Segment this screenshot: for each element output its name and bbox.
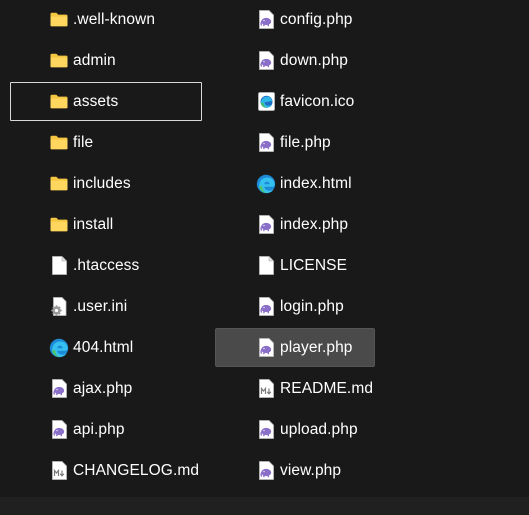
file-item-label: down.php	[280, 51, 349, 69]
file-item-upload-php[interactable]: upload.php	[215, 410, 375, 449]
file-item-view-php[interactable]: view.php	[215, 451, 375, 490]
markdown-file-icon	[256, 379, 276, 399]
file-item-label: login.php	[280, 297, 344, 315]
file-item-includes[interactable]: includes	[10, 164, 202, 203]
file-item-htaccess[interactable]: .htaccess	[10, 246, 202, 285]
php-file-icon	[256, 133, 276, 153]
php-file-icon	[256, 338, 276, 358]
blank-file-icon	[49, 256, 69, 276]
file-item-label: .htaccess	[73, 256, 140, 274]
markdown-file-icon	[49, 461, 69, 481]
file-item-changelog-md[interactable]: CHANGELOG.md	[10, 451, 202, 490]
file-item-label: includes	[73, 174, 131, 192]
file-item-assets[interactable]: assets	[10, 82, 202, 121]
file-item-label: favicon.ico	[280, 92, 355, 110]
php-file-icon	[49, 420, 69, 440]
file-item-readme-md[interactable]: README.md	[215, 369, 375, 408]
file-item-label: 404.html	[73, 338, 134, 356]
footer-strip	[0, 497, 529, 515]
php-file-icon	[256, 297, 276, 317]
php-file-icon	[256, 215, 276, 235]
file-item-404-html[interactable]: 404.html	[10, 328, 202, 367]
file-item-favicon-ico[interactable]: favicon.ico	[215, 82, 375, 121]
file-item-label: README.md	[280, 379, 374, 397]
file-column-left: .well-known admin assets file includes instal…	[10, 0, 202, 492]
edge-html-icon	[49, 338, 69, 358]
file-item-login-php[interactable]: login.php	[215, 287, 375, 326]
php-file-icon	[256, 10, 276, 30]
file-item-file-php[interactable]: file.php	[215, 123, 375, 162]
blank-file-icon	[256, 256, 276, 276]
file-item-label: CHANGELOG.md	[73, 461, 200, 479]
file-item-user-ini[interactable]: .user.ini	[10, 287, 202, 326]
file-item-file[interactable]: file	[10, 123, 202, 162]
file-item-label: ajax.php	[73, 379, 133, 397]
file-item-label: index.php	[280, 215, 349, 233]
file-item-label: LICENSE	[280, 256, 348, 274]
php-file-icon	[49, 379, 69, 399]
file-item-api-php[interactable]: api.php	[10, 410, 202, 449]
file-item-label: view.php	[280, 461, 342, 479]
file-item-admin[interactable]: admin	[10, 41, 202, 80]
folder-icon	[49, 10, 69, 30]
file-item-index-php[interactable]: index.php	[215, 205, 375, 244]
image-file-icon	[256, 92, 276, 112]
file-item-label: .well-known	[73, 10, 156, 28]
file-item-label: upload.php	[280, 420, 358, 438]
file-item-install[interactable]: install	[10, 205, 202, 244]
folder-icon	[49, 174, 69, 194]
folder-icon	[49, 215, 69, 235]
file-item-label: config.php	[280, 10, 353, 28]
file-item-label: api.php	[73, 420, 125, 438]
file-item-down-php[interactable]: down.php	[215, 41, 375, 80]
file-item-player-php[interactable]: player.php	[215, 328, 375, 367]
settings-file-icon	[49, 297, 69, 317]
file-item-label: index.html	[280, 174, 352, 192]
file-list-pane: .well-known admin assets file includes instal…	[0, 0, 529, 497]
folder-icon	[49, 133, 69, 153]
file-item-label: player.php	[280, 338, 353, 356]
file-item-label: install	[73, 215, 114, 233]
file-item-config-php[interactable]: config.php	[215, 0, 375, 39]
file-column-right: config.php down.php favicon.ico file.php ind…	[215, 0, 375, 492]
file-item-label: file	[73, 133, 94, 151]
php-file-icon	[256, 420, 276, 440]
folder-icon	[49, 51, 69, 71]
php-file-icon	[256, 51, 276, 71]
file-item-index-html[interactable]: index.html	[215, 164, 375, 203]
php-file-icon	[256, 461, 276, 481]
file-item-ajax-php[interactable]: ajax.php	[10, 369, 202, 408]
folder-icon	[49, 92, 69, 112]
file-item-label: .user.ini	[73, 297, 128, 315]
file-item-label: file.php	[280, 133, 331, 151]
file-item-well-known[interactable]: .well-known	[10, 0, 202, 39]
file-item-label: assets	[73, 92, 119, 110]
edge-html-icon	[256, 174, 276, 194]
file-item-license[interactable]: LICENSE	[215, 246, 375, 285]
file-item-label: admin	[73, 51, 116, 69]
